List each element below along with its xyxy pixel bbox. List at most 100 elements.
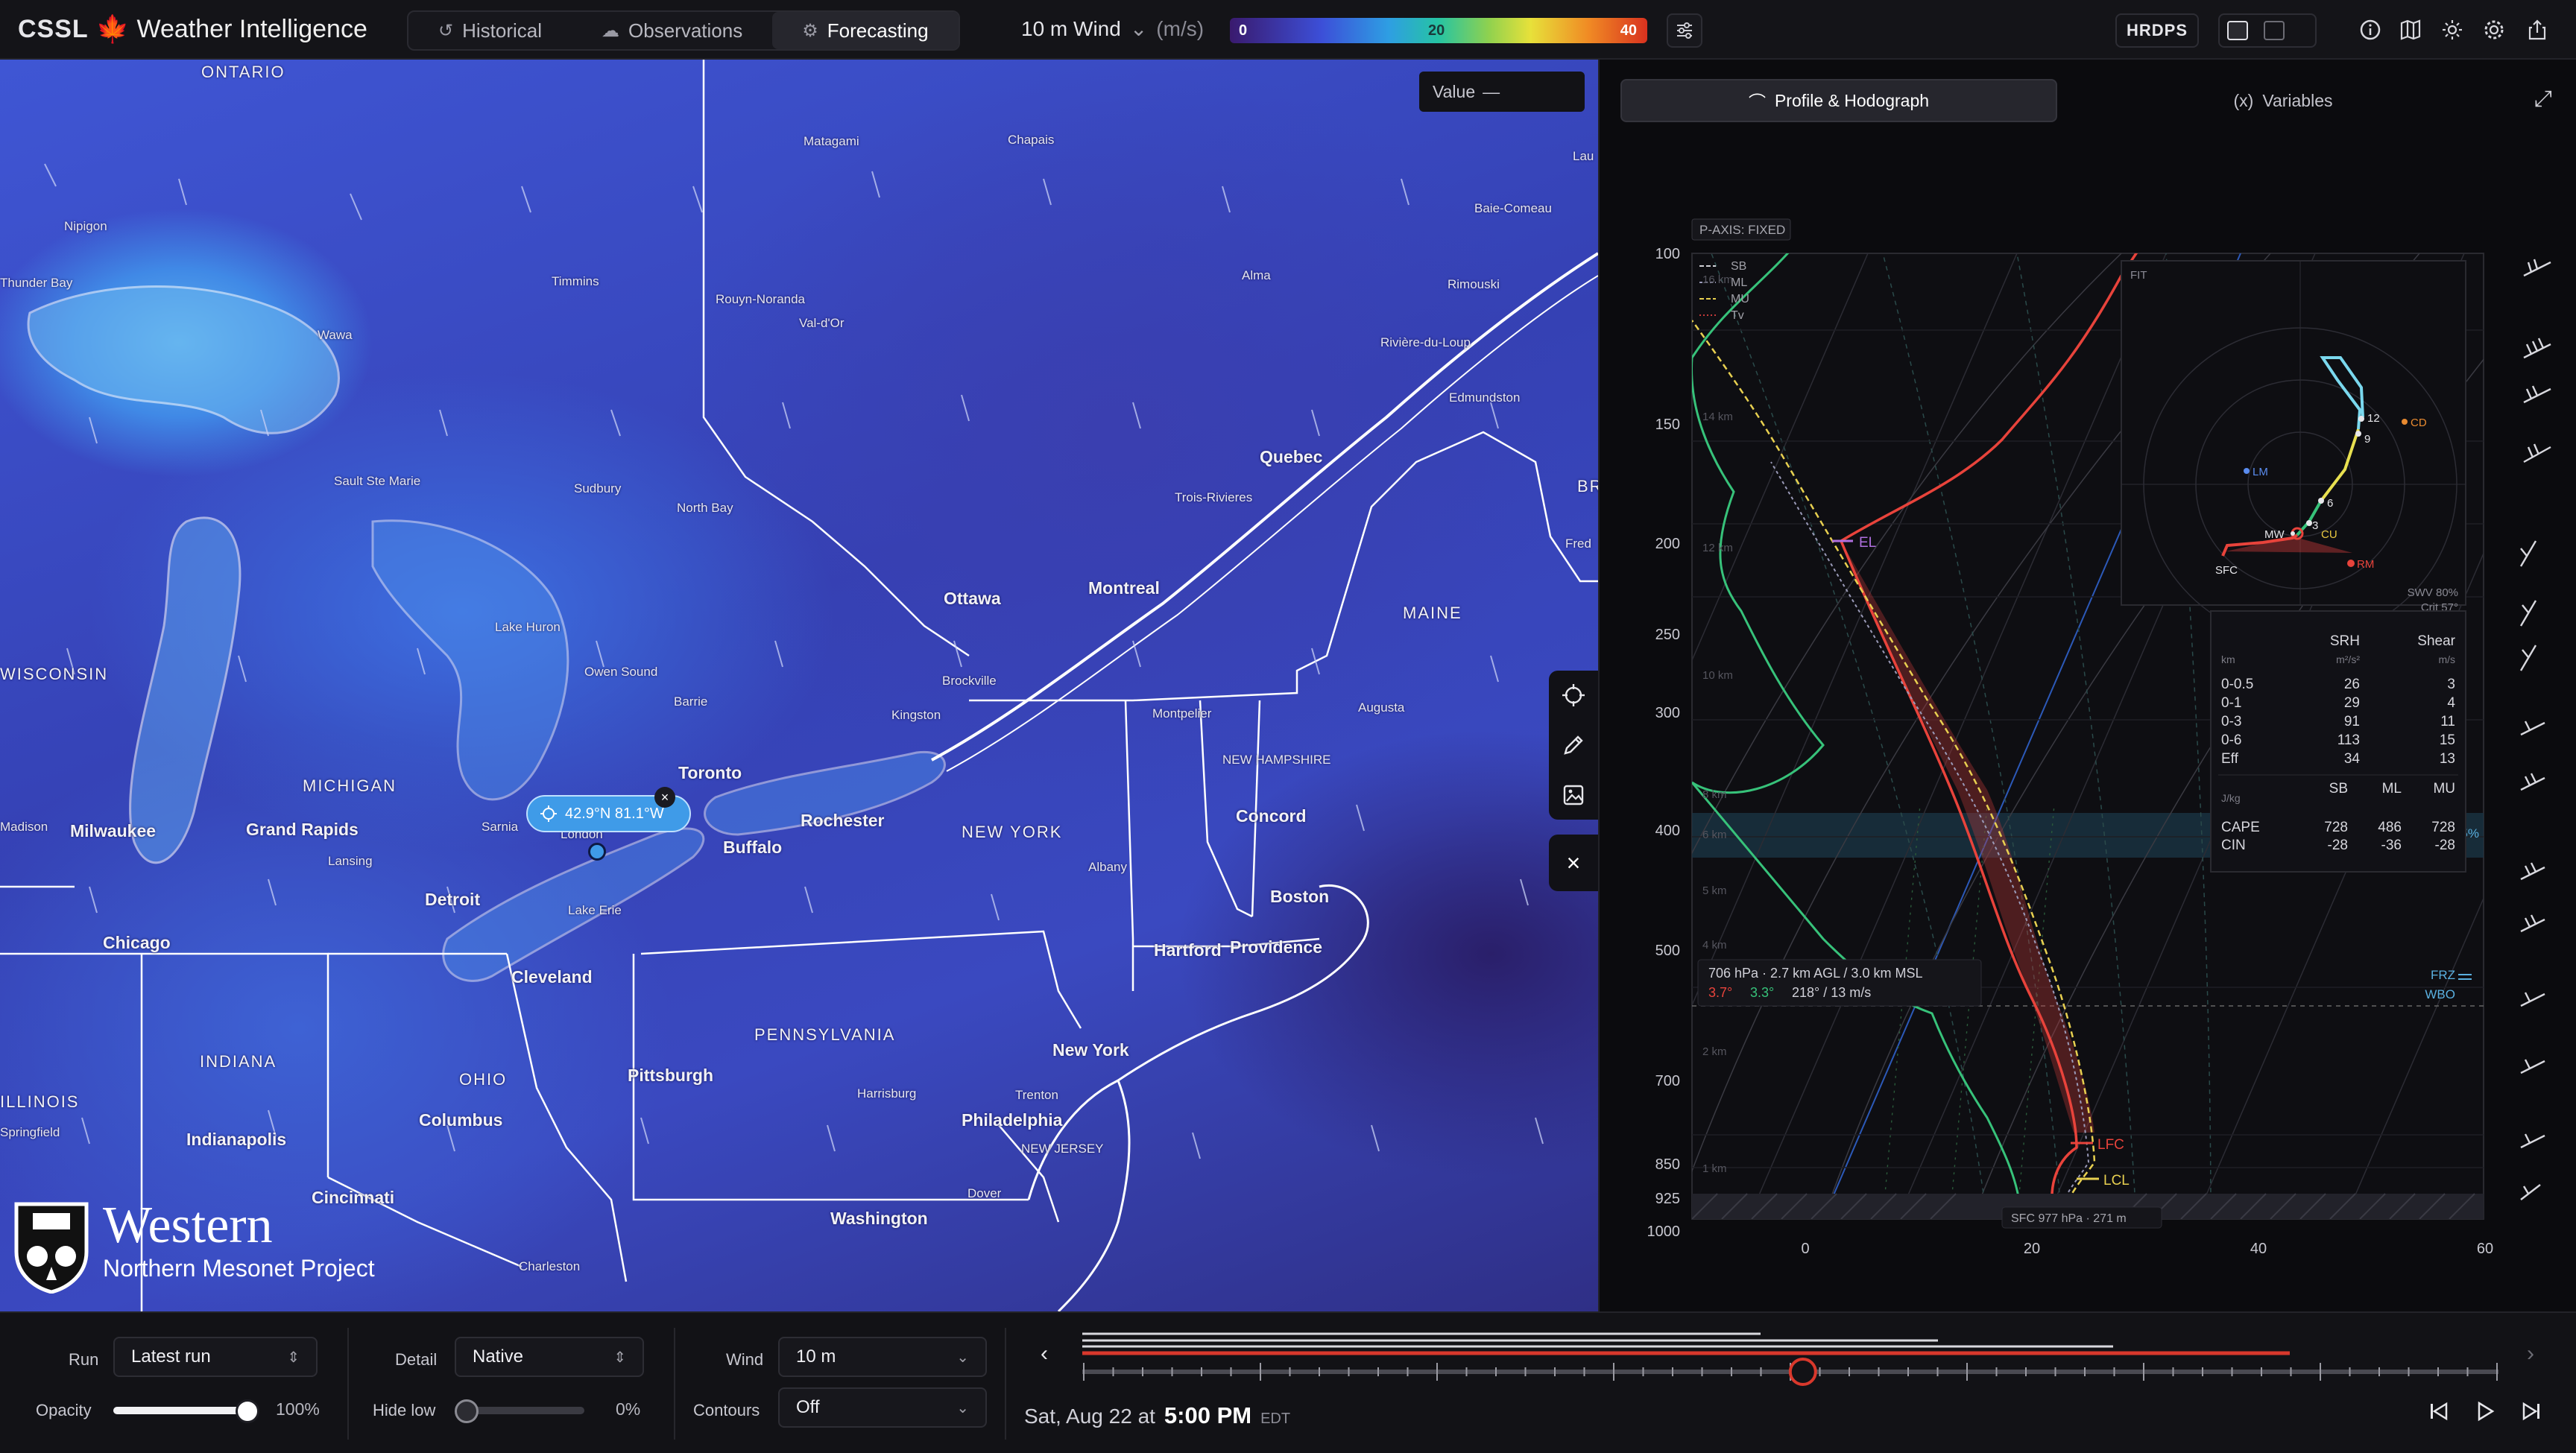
- map-place-label: NEW YORK: [962, 823, 1063, 841]
- western-logo: Western Northern Mesonet Project: [10, 1200, 375, 1294]
- table-cell: 0-3: [2221, 714, 2241, 729]
- curve-icon: ⌒: [1748, 92, 1766, 112]
- legend-mu: MU: [1731, 293, 1749, 306]
- hodograph[interactable]: FIT 12 9 6 3 SFC LM MW CU CD RM SWV 80% …: [2121, 260, 2466, 642]
- pencil-icon[interactable]: [1561, 732, 1586, 758]
- pressure-axis: 100 150 200 250 300 400 500 700 850 925 …: [1647, 246, 1681, 1240]
- timeline-handle[interactable]: [1788, 1358, 1817, 1386]
- el-marker: EL: [1859, 535, 1876, 551]
- locate-crosshair-icon[interactable]: [1561, 683, 1586, 708]
- model-button[interactable]: HRDPS: [2115, 13, 2199, 48]
- hodograph-fit-label: FIT: [2130, 269, 2147, 282]
- cape-ml: 486: [2378, 820, 2402, 835]
- lcl-marker: LCL: [2103, 1173, 2130, 1188]
- divider: [674, 1328, 675, 1440]
- colorbar: 0 20 40: [1230, 18, 1647, 43]
- parameter-table: SRH Shear km m²/s² m/s 0-0.5 26 3 0-1 29 4 0-3…: [2210, 610, 2466, 873]
- height-label: 6 km: [1702, 829, 1727, 841]
- pressure-tick: 700: [1655, 1073, 1680, 1089]
- hodo-mw: MW: [2264, 528, 2285, 541]
- contours-select[interactable]: Off ⌄: [778, 1387, 987, 1428]
- map-place-label: Harrisburg: [857, 1086, 917, 1101]
- profile-panel: ⌒ Profile & Hodograph (x) Variables ⤢ P-…: [1598, 60, 2576, 1311]
- brand-cssl: CSSL: [18, 14, 89, 43]
- map-place-label: Rouyn-Noranda: [716, 292, 806, 306]
- tab-variables-label: Variables: [2262, 90, 2333, 110]
- hide-low-slider[interactable]: [462, 1407, 584, 1414]
- hodo-label-12: 12: [2367, 412, 2380, 425]
- opacity-slider-handle[interactable]: [236, 1399, 259, 1423]
- map-place-label: Chapais: [1008, 133, 1055, 147]
- temp-tick: 0: [1801, 1241, 1809, 1257]
- timeline-prev-button[interactable]: ‹: [1041, 1341, 1048, 1367]
- timeline-next-button[interactable]: ›: [2527, 1341, 2534, 1367]
- play-icon[interactable]: [2473, 1399, 2497, 1423]
- share-icon[interactable]: [2522, 15, 2552, 45]
- layout-swipe-icon[interactable]: [2300, 21, 2308, 40]
- current-time-value: 5:00 PM: [1164, 1402, 1252, 1428]
- pressure-tick: 200: [1655, 536, 1680, 552]
- colorbar-mid: 20: [1428, 22, 1445, 39]
- run-select[interactable]: Latest run ⇕: [113, 1337, 318, 1377]
- table-cell: 3: [2447, 677, 2455, 692]
- pressure-tick: 850: [1655, 1156, 1680, 1173]
- image-export-icon[interactable]: [1561, 782, 1586, 808]
- map-icon[interactable]: [2396, 15, 2425, 45]
- hide-low-slider-handle[interactable]: [455, 1399, 479, 1423]
- unit-shear: m/s: [2438, 653, 2455, 665]
- map-canvas[interactable]: ONTARIO Matagami Chapais Nipigon Thunder Bay…: [0, 60, 1598, 1311]
- hodo-cu: CU: [2321, 528, 2337, 541]
- layer-settings-button[interactable]: [1667, 13, 1702, 48]
- map-place-label: Sault Ste Marie: [334, 474, 421, 488]
- opacity-slider[interactable]: [113, 1407, 250, 1414]
- layout-split-icon[interactable]: [2263, 21, 2285, 40]
- layout-toggle: [2218, 13, 2317, 48]
- skewt-diagram[interactable]: P-AXIS: FIXED SB ML MU Tv 100 150 200 25…: [1600, 134, 2576, 1267]
- tab-forecasting[interactable]: ⚙ Forecasting: [772, 12, 959, 49]
- temp-tick: 60: [2477, 1241, 2493, 1257]
- map-place-label: Montreal: [1088, 578, 1160, 598]
- contours-label: Contours: [693, 1401, 760, 1419]
- skip-forward-icon[interactable]: [2519, 1399, 2543, 1423]
- info-icon[interactable]: [2355, 15, 2385, 45]
- table-cell: 91: [2344, 714, 2360, 729]
- pressure-tick: 100: [1655, 246, 1680, 262]
- skip-back-icon[interactable]: [2427, 1399, 2451, 1423]
- map-place-label: Rimouski: [1448, 277, 1500, 291]
- tab-historical[interactable]: ↺ Historical: [408, 12, 572, 49]
- location-pin-marker[interactable]: [588, 843, 606, 861]
- pressure-tick: 300: [1655, 705, 1680, 721]
- hodo-swv: SWV 80%: [2408, 586, 2458, 599]
- expand-icon[interactable]: ⤢: [2534, 86, 2552, 112]
- map-place-label: Indianapolis: [186, 1130, 287, 1149]
- brand-name: Weather Intelligence: [136, 14, 367, 43]
- map-place-label: Edmundston: [1449, 390, 1521, 405]
- legend-ml: ML: [1731, 276, 1747, 289]
- variable-selector[interactable]: 10 m Wind ⌄ (m/s): [1021, 16, 1204, 41]
- hodo-rm: RM: [2357, 558, 2374, 571]
- cloud-icon: ☁: [602, 20, 620, 41]
- map-place-label: Ottawa: [944, 589, 1001, 608]
- map-place-label: Barrie: [674, 694, 708, 709]
- timeline[interactable]: [1082, 1330, 2498, 1397]
- sun-icon[interactable]: [2437, 15, 2467, 45]
- tab-observations[interactable]: ☁ Observations: [572, 12, 772, 49]
- surface-label: SFC 977 hPa · 271 m: [2011, 1212, 2127, 1225]
- detail-select[interactable]: Native ⇕: [455, 1337, 644, 1377]
- pin-close-button[interactable]: ×: [654, 787, 675, 808]
- cin-mu: -28: [2435, 838, 2455, 853]
- close-panel-button[interactable]: ×: [1549, 835, 1598, 891]
- layout-single-icon[interactable]: [2227, 21, 2249, 40]
- tab-profile-hodograph[interactable]: ⌒ Profile & Hodograph: [1620, 79, 2057, 122]
- wind-select[interactable]: 10 m ⌄: [778, 1337, 987, 1377]
- tab-variables[interactable]: (x) Variables: [2065, 79, 2501, 122]
- mode-tabs: ↺ Historical ☁ Observations ⚙ Forecastin…: [407, 10, 960, 51]
- map-place-label: Detroit: [425, 890, 481, 909]
- cape-mu: 728: [2431, 820, 2455, 835]
- logo-wordmark: Western: [103, 1197, 273, 1254]
- gear-icon[interactable]: [2479, 15, 2509, 45]
- run-value: Latest run: [131, 1346, 211, 1367]
- map-place-label: Grand Rapids: [246, 820, 359, 839]
- map-place-label: Alma: [1242, 268, 1271, 282]
- brand[interactable]: CSSL 🍁 Weather Intelligence: [18, 13, 367, 45]
